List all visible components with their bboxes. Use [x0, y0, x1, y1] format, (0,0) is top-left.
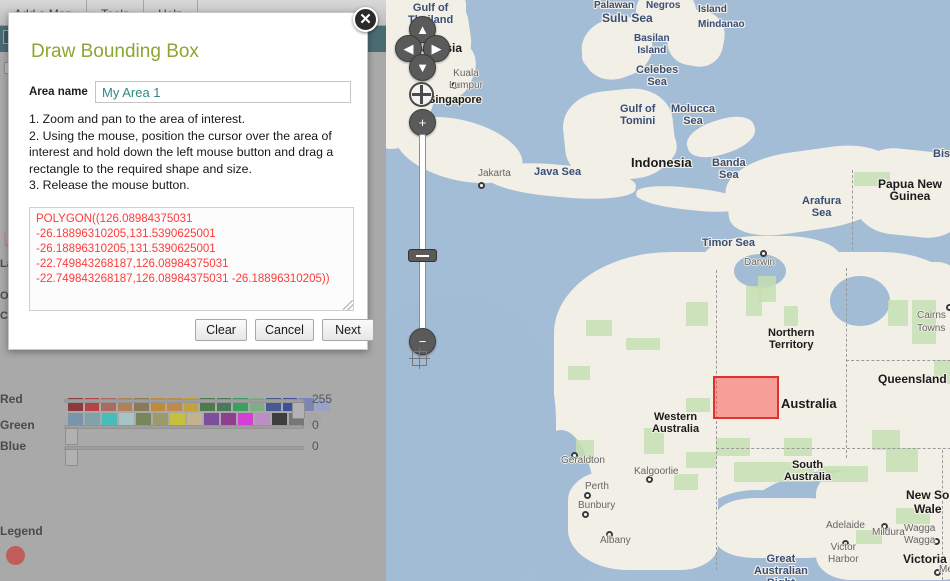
map-label: Bis: [933, 148, 950, 160]
map-label: Albany: [600, 535, 631, 547]
city-dot-perth: [584, 492, 591, 499]
map-label: Western Australia: [652, 411, 699, 435]
map-label: Bunbury: [578, 500, 615, 512]
map-label: Mildura: [872, 527, 905, 539]
slider-track-green[interactable]: [64, 425, 304, 429]
map-label: Northern Territory: [768, 327, 814, 351]
recenter-icon[interactable]: [409, 82, 434, 107]
zoom-in-icon[interactable]: +: [409, 109, 436, 136]
textarea-resize-grip[interactable]: [343, 300, 353, 310]
map-label: Mindanao: [698, 19, 745, 31]
map-label: Wagga Wagga: [904, 523, 935, 547]
instruction-step-3: 3. Release the mouse button.: [29, 177, 351, 194]
map-label: Banda Sea: [712, 157, 746, 181]
map-label: Timor Sea: [702, 237, 755, 249]
area-name-input[interactable]: [95, 81, 351, 103]
map-label: Arafura Sea: [802, 195, 841, 219]
map-label: Queensland: [878, 373, 947, 385]
slider-green[interactable]: Green 0: [0, 416, 340, 438]
map-label: Basilan Island: [634, 33, 670, 57]
map-label: Molucca Sea: [671, 103, 715, 127]
slider-value-green: 0: [312, 418, 319, 432]
slider-label-red: Red: [0, 392, 23, 406]
city-dot-cairns: [946, 304, 950, 311]
legend-color-swatch: [6, 546, 25, 565]
zoom-slider-handle[interactable]: [408, 249, 437, 262]
slider-red[interactable]: Red 255: [0, 390, 340, 412]
map-label: New So: [906, 489, 949, 501]
map-label: Celebes Sea: [636, 64, 678, 88]
map-pan-zoom-control[interactable]: ▲ ◀ ▶ ▼ + −: [400, 8, 446, 363]
map-label: Melb: [939, 564, 950, 576]
slider-value-blue: 0: [312, 439, 319, 453]
slider-label-green: Green: [0, 418, 35, 432]
slider-track-blue[interactable]: [64, 446, 304, 450]
map-label: Darwin: [744, 257, 775, 269]
map-label: Kalgoorlie: [634, 466, 678, 478]
map-label: Jakarta: [478, 168, 511, 180]
city-dot-jakarta: [478, 182, 485, 189]
slider-knob-blue[interactable]: [65, 449, 78, 466]
instructions-block: 1. Zoom and pan to the area of interest.…: [29, 111, 351, 194]
instruction-step-2: 2. Using the mouse, position the cursor …: [29, 128, 351, 178]
street-view-pegman-icon[interactable]: [412, 351, 427, 366]
map-label: Victor Harbor: [828, 542, 859, 566]
map-label: Geraldton: [561, 455, 605, 467]
map-label: Sulu Sea: [602, 12, 653, 24]
close-icon[interactable]: ✕: [353, 7, 378, 32]
cancel-button[interactable]: Cancel: [255, 319, 314, 341]
map-label: Kuala Lumpur: [449, 68, 483, 92]
map-bounding-box[interactable]: [713, 376, 779, 419]
map-label: Gulf of Tomini: [620, 103, 655, 127]
map-label: Perth: [585, 481, 609, 493]
slider-blue[interactable]: Blue 0: [0, 437, 340, 459]
draw-bounding-box-dialog: Draw Bounding Box Area name 1. Zoom and …: [8, 12, 368, 350]
legend-heading: Legend: [0, 524, 43, 538]
dialog-title: Draw Bounding Box: [31, 41, 199, 63]
wkt-polygon-textarea[interactable]: POLYGON((126.08984375031 -26.18896310205…: [29, 207, 354, 311]
map-canvas[interactable]: Gulf of ThailandPalawanNegrosSulu SeaIsl…: [386, 0, 950, 581]
map-label: Adelaide: [826, 520, 865, 532]
zoom-slider-track[interactable]: [419, 134, 426, 330]
map-label: Australia: [781, 398, 837, 410]
app-root: Add a Map Tools Help W La Op Co Red 255: [0, 0, 950, 581]
map-label: Island: [698, 4, 727, 16]
map-label: Cairns: [917, 310, 946, 322]
slider-label-blue: Blue: [0, 439, 26, 453]
clear-button[interactable]: Clear: [195, 319, 247, 341]
next-button[interactable]: Next: [322, 319, 374, 341]
slider-track-red[interactable]: [64, 399, 304, 403]
map-label: Towns: [917, 323, 945, 335]
map-label: Indonesia: [631, 157, 692, 169]
instruction-step-1: 1. Zoom and pan to the area of interest.: [29, 111, 351, 128]
map-label: South Australia: [784, 459, 831, 483]
area-name-label: Area name: [29, 86, 88, 98]
map-label: Java Sea: [534, 166, 581, 178]
slider-value-red: 255: [312, 392, 332, 406]
map-label: Papua New Guinea: [878, 178, 942, 202]
map-label: Wale: [914, 503, 942, 515]
map-label: Great Australian Bight: [754, 553, 808, 581]
area-name-row: Area name: [29, 81, 353, 105]
city-dot-darwin: [760, 250, 767, 257]
city-dot-bunbury: [582, 511, 589, 518]
pan-down-icon[interactable]: ▼: [409, 54, 436, 81]
dialog-button-row: Clear Cancel Next: [195, 319, 374, 341]
